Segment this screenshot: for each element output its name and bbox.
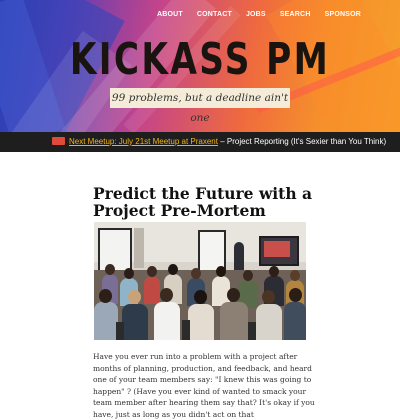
site-tagline: 99 problems, but a deadline ain't one — [110, 88, 290, 124]
nav-search[interactable]: SEARCH — [280, 11, 311, 18]
nav-contact[interactable]: CONTACT — [197, 11, 232, 18]
article-intro: Have you ever run into a problem with a … — [93, 352, 315, 419]
nav-about[interactable]: ABOUT — [157, 11, 183, 18]
top-nav: ABOUT CONTACT JOBS SEARCH SPONSOR — [143, 11, 361, 18]
article-photo — [94, 222, 306, 340]
meetup-link[interactable]: Next Meetup: July 21st Meetup at Praxent — [69, 137, 218, 146]
meetup-logo-icon — [52, 136, 65, 145]
meetup-announcement-bar: Next Meetup: July 21st Meetup at Praxent… — [0, 132, 400, 152]
site-title[interactable]: KICKASS PM — [44, 34, 356, 85]
hero-banner: ABOUT CONTACT JOBS SEARCH SPONSOR KICKAS… — [0, 0, 400, 132]
article-title[interactable]: Predict the Future with a Project Pre-Mo… — [93, 185, 323, 219]
meetup-topic-text: – Project Reporting (It's Sexier than Yo… — [217, 137, 387, 146]
nav-sponsor[interactable]: SPONSOR — [325, 11, 361, 18]
nav-jobs[interactable]: JOBS — [246, 11, 266, 18]
